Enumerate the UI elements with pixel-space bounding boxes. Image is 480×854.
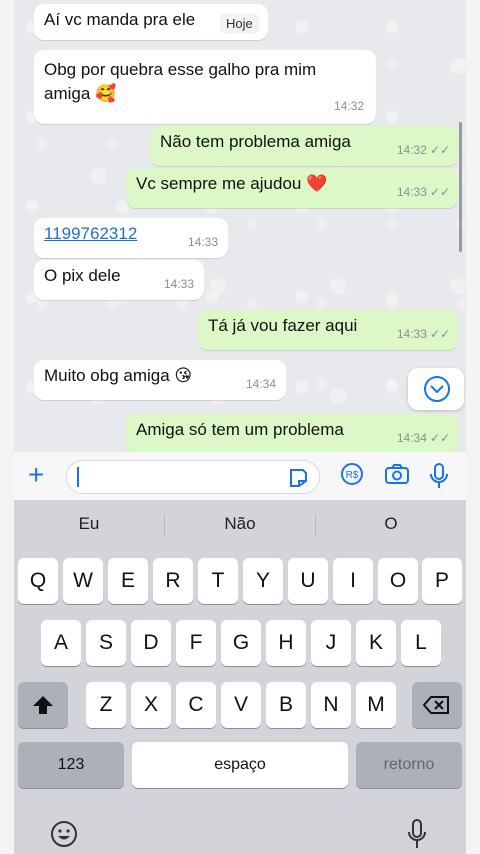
sticker-icon[interactable] <box>287 467 309 489</box>
camera-icon[interactable] <box>384 462 410 491</box>
read-ticks-icon: ✓✓ <box>429 327 450 341</box>
backspace-icon <box>423 696 449 714</box>
space-key[interactable]: espaço <box>132 742 348 788</box>
message-text: Vc sempre me ajudou ❤️ <box>136 174 328 193</box>
phone-link[interactable]: 1199762312 <box>44 224 137 243</box>
key-h[interactable]: H <box>266 620 306 666</box>
plus-icon[interactable]: + <box>28 460 44 490</box>
chevron-down-icon <box>424 376 450 402</box>
key-l[interactable]: L <box>401 620 441 666</box>
key-o[interactable]: O <box>378 558 418 604</box>
return-key[interactable]: retorno <box>356 742 462 788</box>
key-e[interactable]: E <box>108 558 148 604</box>
message-text: O pix dele <box>44 266 121 285</box>
message-bubble[interactable]: Vc sempre me ajudou ❤️ 14:33 ✓✓ <box>126 168 458 208</box>
message-time: 14:34 <box>245 377 276 391</box>
key-u[interactable]: U <box>288 558 328 604</box>
message-text: Muito obg amiga 😘 <box>44 366 193 385</box>
dictation-microphone-icon[interactable] <box>406 818 428 850</box>
read-ticks-icon: ✓✓ <box>429 185 450 199</box>
svg-text:R$: R$ <box>346 470 359 481</box>
suggestion-bar: Eu Não O <box>14 500 466 548</box>
key-p[interactable]: P <box>422 558 462 604</box>
key-x[interactable]: X <box>131 682 171 728</box>
keyboard: Eu Não O Q W E R T Y U I O P A S D F G H… <box>14 500 466 854</box>
key-v[interactable]: V <box>221 682 261 728</box>
shift-arrow-icon <box>33 696 53 714</box>
keyboard-bottom-bar <box>0 810 480 854</box>
message-bubble[interactable]: O pix dele 14:33 <box>34 260 204 300</box>
message-bubble[interactable]: Tá já vou fazer aqui 14:33 ✓✓ <box>198 310 458 350</box>
key-g[interactable]: G <box>221 620 261 666</box>
key-t[interactable]: T <box>198 558 238 604</box>
message-input[interactable] <box>66 460 320 494</box>
message-time: 14:34 <box>396 431 427 445</box>
message-input-bar: + R$ <box>14 452 466 500</box>
message-time: 14:32 <box>333 99 364 113</box>
key-n[interactable]: N <box>311 682 351 728</box>
text-caret <box>77 467 79 487</box>
key-k[interactable]: K <box>356 620 396 666</box>
message-time: 14:33 <box>396 327 427 341</box>
key-i[interactable]: I <box>333 558 373 604</box>
key-j[interactable]: J <box>311 620 351 666</box>
message-text-line: Obg por quebra esse galho pra mim <box>44 60 317 79</box>
numbers-key[interactable]: 123 <box>18 742 124 788</box>
message-text: Amiga só tem um problema <box>136 420 344 439</box>
chat-area[interactable]: Aí vc manda pra ele Hoje Obg por quebra … <box>14 0 466 452</box>
right-edge <box>466 0 480 854</box>
message-bubble[interactable]: Muito obg amiga 😘 14:34 <box>34 360 286 400</box>
pix-payment-icon[interactable]: R$ <box>340 462 364 491</box>
read-ticks-icon: ✓✓ <box>429 431 450 445</box>
microphone-icon[interactable] <box>428 462 450 495</box>
message-time: 14:33 <box>187 235 218 249</box>
shift-key[interactable] <box>18 682 68 728</box>
key-q[interactable]: Q <box>18 558 58 604</box>
key-z[interactable]: Z <box>86 682 126 728</box>
key-m[interactable]: M <box>356 682 396 728</box>
key-b[interactable]: B <box>266 682 306 728</box>
backspace-key[interactable] <box>412 682 462 728</box>
message-text: Aí vc manda pra ele <box>44 10 196 29</box>
key-w[interactable]: W <box>63 558 103 604</box>
scroll-to-bottom-button[interactable] <box>408 368 464 410</box>
suggestion-item[interactable]: Não <box>165 500 315 548</box>
key-s[interactable]: S <box>86 620 126 666</box>
read-ticks-icon: ✓✓ <box>429 143 450 157</box>
message-bubble[interactable]: Amiga só tem um problema 14:34 ✓✓ <box>126 414 458 452</box>
date-pill: Hoje <box>220 14 259 33</box>
message-text: Não tem problema amiga <box>160 132 351 151</box>
message-time: 14:32 <box>396 143 427 157</box>
message-time: 14:33 <box>396 185 427 199</box>
key-f[interactable]: F <box>176 620 216 666</box>
message-bubble[interactable]: 1199762312 14:33 <box>34 218 228 258</box>
suggestion-item[interactable]: O <box>316 500 466 548</box>
emoji-icon[interactable] <box>50 820 78 848</box>
message-bubble[interactable]: Não tem problema amiga 14:32 ✓✓ <box>150 126 458 166</box>
left-edge <box>0 0 14 854</box>
message-text: Tá já vou fazer aqui <box>208 316 358 335</box>
key-c[interactable]: C <box>176 682 216 728</box>
chat-scrollbar[interactable] <box>459 122 462 252</box>
suggestion-item[interactable]: Eu <box>14 500 164 548</box>
key-y[interactable]: Y <box>243 558 283 604</box>
message-text-line: amiga 🥰 <box>44 84 117 103</box>
key-a[interactable]: A <box>41 620 81 666</box>
key-r[interactable]: R <box>153 558 193 604</box>
message-time: 14:33 <box>163 277 194 291</box>
message-bubble[interactable]: Obg por quebra esse galho pra mim amiga … <box>34 50 376 124</box>
key-d[interactable]: D <box>131 620 171 666</box>
